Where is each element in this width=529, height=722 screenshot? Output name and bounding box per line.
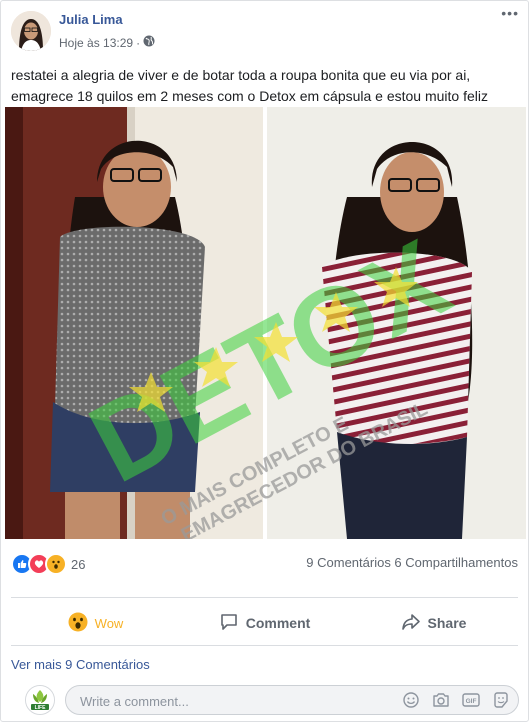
wow-label: Wow [94, 615, 124, 631]
wow-reaction-icon [45, 553, 67, 575]
gif-icon[interactable]: GIF [462, 691, 480, 709]
comment-button[interactable]: Comment [180, 601, 349, 645]
camera-icon[interactable] [432, 691, 450, 709]
post-text: restatei a alegria de viver e de botar t… [11, 67, 489, 104]
svg-text:GIF: GIF [466, 698, 477, 705]
post-time[interactable]: Hoje às 13:29 [59, 36, 133, 50]
current-user-avatar[interactable]: LIFE [25, 685, 55, 715]
post-header: Julia Lima Hoje às 13:29 · ••• [11, 5, 521, 51]
after-photo[interactable] [267, 107, 526, 539]
meta-separator: · [136, 35, 141, 50]
wow-icon [68, 612, 88, 635]
share-icon [401, 612, 421, 635]
avatar-text: LIFE [35, 705, 46, 711]
sticker-icon[interactable] [492, 691, 510, 709]
reaction-summary[interactable]: 26 [11, 553, 85, 575]
action-bar: Wow Comment Share [11, 601, 518, 645]
reaction-count: 26 [71, 556, 86, 572]
comment-input[interactable] [78, 686, 382, 716]
before-photo[interactable] [5, 107, 263, 539]
post-meta: Hoje às 13:29 · [59, 35, 155, 50]
composer-icons: GIF [402, 691, 510, 709]
see-more-comments-link[interactable]: Ver mais 9 Comentários [11, 657, 150, 672]
share-label: Share [427, 615, 467, 631]
share-button[interactable]: Share [349, 601, 518, 645]
more-options-icon[interactable]: ••• [501, 5, 519, 21]
comment-composer: LIFE GIF [11, 683, 519, 717]
emoji-icon[interactable] [402, 691, 420, 709]
reaction-stats: 26 9 Comentários 6 Compartilhamentos [11, 553, 518, 575]
comment-icon [219, 612, 239, 635]
globe-icon [143, 35, 155, 50]
post-card: Julia Lima Hoje às 13:29 · ••• restatei … [0, 0, 529, 722]
post-photos[interactable]: DETOX O MAIS COMPLETO E EMAGRECEDOR DO B… [1, 107, 528, 547]
divider-top [11, 597, 518, 598]
divider-bottom [11, 645, 518, 646]
comment-box[interactable]: GIF [65, 685, 519, 716]
comment-label: Comment [245, 615, 311, 631]
author-avatar[interactable] [11, 11, 51, 51]
wow-button[interactable]: Wow [11, 601, 180, 645]
author-name[interactable]: Julia Lima [59, 12, 123, 27]
comments-shares-count[interactable]: 9 Comentários 6 Compartilhamentos [306, 555, 518, 570]
